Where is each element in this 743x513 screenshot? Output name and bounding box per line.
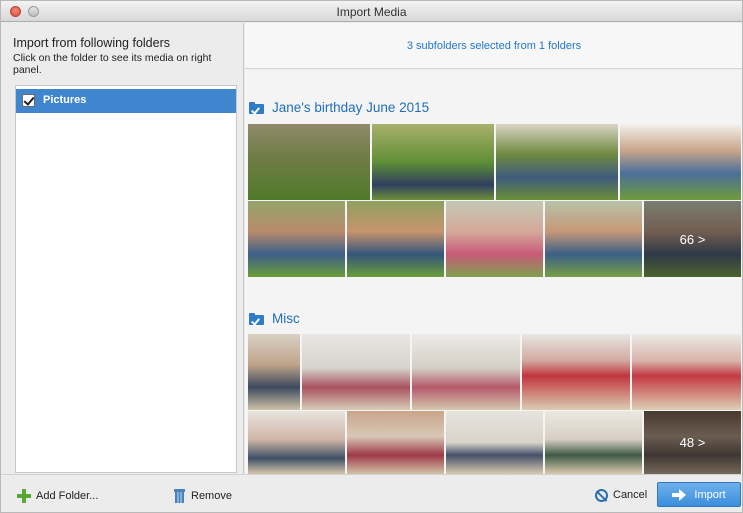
group-title: Jane's birthday June 2015 <box>272 100 430 115</box>
more-photos-label[interactable]: 48 > <box>644 411 741 474</box>
photo-thumbnail[interactable] <box>372 124 496 200</box>
photo-thumbnail[interactable] <box>446 201 545 277</box>
remove-label: Remove <box>191 490 232 502</box>
media-gallery[interactable]: Jane's birthday June 2015 66 > Misc 48 > <box>245 70 742 474</box>
photo-thumbnail[interactable] <box>248 124 372 200</box>
add-folder-button[interactable]: Add Folder... <box>17 488 98 504</box>
import-media-window: Import Media Import from following folde… <box>0 0 743 513</box>
folder-item-pictures[interactable]: Pictures <box>16 89 236 113</box>
selection-summary-bar: 3 subfolders selected from 1 folders <box>245 23 742 69</box>
photo-thumbnail[interactable] <box>545 411 644 474</box>
cancel-label: Cancel <box>613 489 648 501</box>
photo-thumbnail[interactable] <box>248 334 302 410</box>
cancel-button[interactable]: Cancel <box>595 486 647 504</box>
folder-panel-heading: Import from following folders <box>13 36 171 50</box>
group-header-misc[interactable]: Misc <box>249 311 300 326</box>
checked-folder-icon[interactable] <box>249 101 264 114</box>
import-button[interactable]: Import <box>657 482 741 507</box>
plus-icon <box>17 489 31 503</box>
group-header-janes-birthday[interactable]: Jane's birthday June 2015 <box>249 100 429 115</box>
folder-item-label: Pictures <box>43 94 87 106</box>
window-title: Import Media <box>336 5 407 19</box>
photo-thumbnail[interactable] <box>347 411 446 474</box>
photo-thumbnail[interactable] <box>248 201 347 277</box>
photo-thumbnail[interactable] <box>632 334 742 410</box>
title-bar: Import Media <box>1 1 742 22</box>
selection-summary: 3 subfolders selected from 1 folders <box>406 40 582 52</box>
media-panel-footer: Cancel Import <box>245 474 742 512</box>
photo-thumbnail[interactable] <box>496 124 620 200</box>
group-title: Misc <box>272 311 300 326</box>
photo-thumbnail[interactable] <box>347 201 446 277</box>
cancel-icon <box>595 488 608 502</box>
photo-thumbnail-more[interactable]: 66 > <box>644 201 742 277</box>
photo-thumbnail[interactable] <box>620 124 742 200</box>
folder-panel-hint: Click on the folder to see its media on … <box>13 52 212 76</box>
import-label: Import <box>694 488 726 501</box>
trash-icon <box>174 489 185 503</box>
more-photos-label[interactable]: 66 > <box>644 201 741 277</box>
photo-thumbnail[interactable] <box>522 334 632 410</box>
photo-thumbnail-more[interactable]: 48 > <box>644 411 742 474</box>
photo-thumbnail[interactable] <box>248 411 347 474</box>
media-panel: 3 subfolders selected from 1 folders Jan… <box>245 23 742 512</box>
add-folder-label: Add Folder... <box>36 490 99 502</box>
photo-thumbnail[interactable] <box>446 411 545 474</box>
folder-panel-footer: Add Folder... Remove <box>1 474 244 512</box>
folder-panel: Import from following folders Click on t… <box>1 23 244 512</box>
folder-list: Pictures <box>15 85 237 473</box>
photo-thumbnail[interactable] <box>545 201 644 277</box>
photo-thumbnail[interactable] <box>302 334 412 410</box>
checked-folder-icon[interactable] <box>249 312 264 325</box>
photo-thumbnail[interactable] <box>412 334 522 410</box>
remove-folder-button[interactable]: Remove <box>174 488 232 504</box>
folder-checkbox[interactable] <box>22 94 35 107</box>
arrow-right-icon <box>672 488 687 501</box>
